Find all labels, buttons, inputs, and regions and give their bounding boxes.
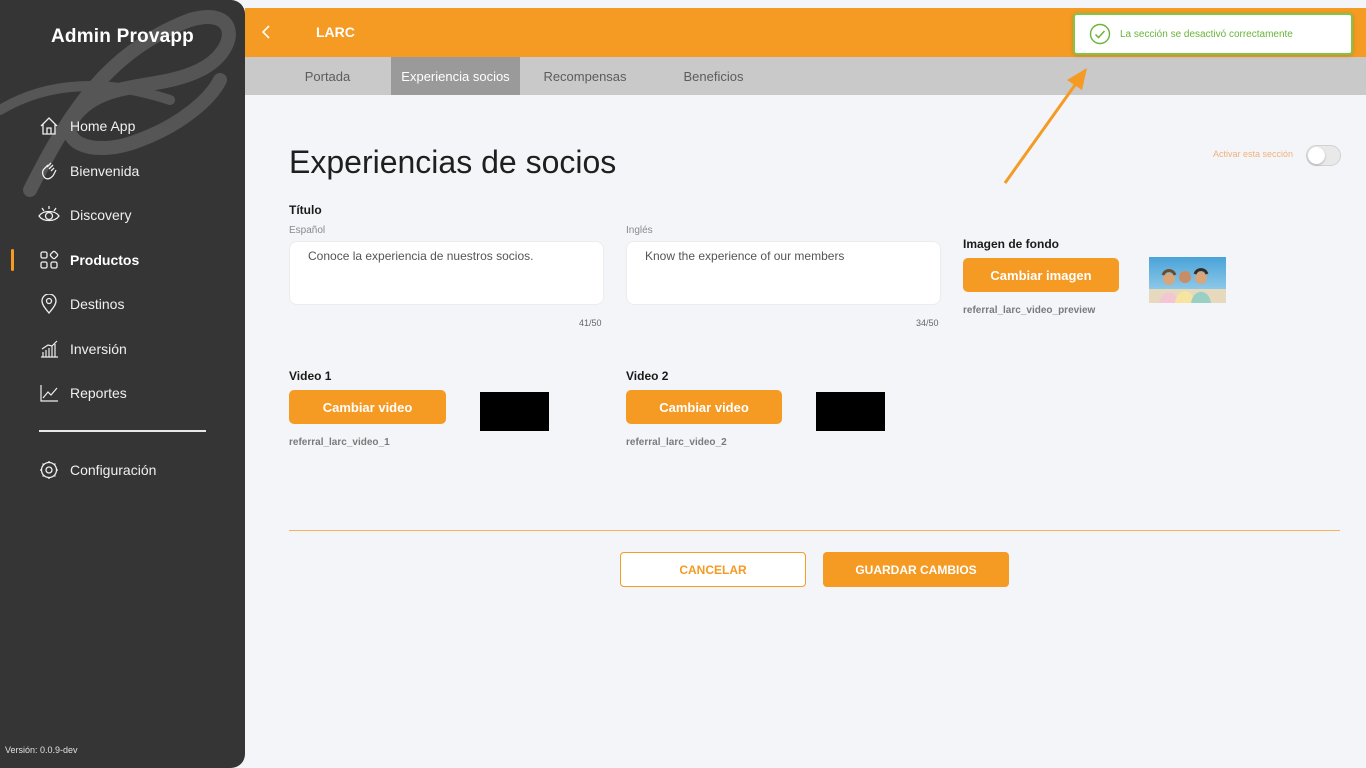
sidebar-item-inversion[interactable]: Inversión <box>0 334 245 364</box>
english-title-input[interactable]: Know the experience of our members <box>626 241 941 305</box>
toast-message: La sección se desactivó correctamente <box>1120 28 1293 40</box>
header-title: LARC <box>316 24 355 40</box>
change-video2-button[interactable]: Cambiar video <box>626 390 782 424</box>
line-chart-icon <box>38 382 60 404</box>
sidebar-item-label: Destinos <box>70 296 125 312</box>
chevron-left-icon <box>261 25 270 39</box>
video1-label: Video 1 <box>289 369 332 383</box>
app-title: Admin Provapp <box>50 26 194 47</box>
spanish-char-counter: 41/50 <box>579 318 602 328</box>
sidebar-item-reportes[interactable]: Reportes <box>0 378 245 408</box>
sidebar-divider <box>39 430 206 432</box>
grid-icon <box>38 249 60 271</box>
success-toast: La sección se desactivó correctamente <box>1073 13 1353 55</box>
sidebar-item-label: Configuración <box>70 462 157 478</box>
video2-label: Video 2 <box>626 369 669 383</box>
version-label: Versión: 0.0.9-dev <box>5 745 78 755</box>
eye-icon <box>38 204 60 226</box>
tab-experiencia-socios[interactable]: Experiencia socios <box>391 57 520 95</box>
english-label: Inglés <box>626 225 653 236</box>
tab-portada[interactable]: Portada <box>280 57 375 95</box>
back-button[interactable] <box>257 21 277 43</box>
section-divider <box>289 530 1340 531</box>
gear-icon <box>38 459 60 481</box>
bar-chart-icon <box>38 338 60 360</box>
sidebar-item-label: Discovery <box>70 207 132 223</box>
annotation-arrow-icon <box>1003 68 1087 184</box>
change-image-button[interactable]: Cambiar imagen <box>963 258 1119 292</box>
wave-hand-icon <box>38 160 60 182</box>
sidebar-item-label: Home App <box>70 118 136 134</box>
sidebar: Admin Provapp Home App Bienvenida Discov… <box>0 0 245 768</box>
page-title: Experiencias de socios <box>289 144 617 180</box>
background-image-thumbnail <box>1149 257 1226 303</box>
sidebar-item-destinos[interactable]: Destinos <box>0 289 245 319</box>
tab-bar: Portada Experiencia socios Recompensas B… <box>245 57 1366 95</box>
background-image-filename: referral_larc_video_preview <box>963 305 1096 316</box>
sidebar-item-label: Inversión <box>70 341 127 357</box>
sidebar-item-configuracion[interactable]: Configuración <box>0 455 245 485</box>
video1-thumbnail <box>480 392 549 431</box>
sidebar-item-bienvenida[interactable]: Bienvenida <box>0 156 245 186</box>
sidebar-item-productos[interactable]: Productos <box>0 245 245 275</box>
check-circle-icon <box>1089 23 1111 45</box>
sidebar-item-label: Reportes <box>70 385 127 401</box>
change-video1-button[interactable]: Cambiar video <box>289 390 446 424</box>
spanish-title-input[interactable]: Conoce la experiencia de nuestros socios… <box>289 241 604 305</box>
tab-recompensas[interactable]: Recompensas <box>533 57 637 95</box>
activate-section-toggle[interactable] <box>1306 145 1341 166</box>
save-changes-button[interactable]: GUARDAR CAMBIOS <box>823 552 1009 587</box>
spanish-label: Español <box>289 225 326 236</box>
titulo-label: Título <box>289 203 322 217</box>
video1-filename: referral_larc_video_1 <box>289 437 390 448</box>
sidebar-item-label: Productos <box>70 252 140 268</box>
tab-beneficios[interactable]: Beneficios <box>665 57 762 95</box>
background-image-label: Imagen de fondo <box>963 237 1059 251</box>
sidebar-item-discovery[interactable]: Discovery <box>0 200 245 230</box>
cancel-button[interactable]: CANCELAR <box>620 552 806 587</box>
video2-filename: referral_larc_video_2 <box>626 437 727 448</box>
location-pin-icon <box>38 293 60 315</box>
video2-thumbnail <box>816 392 885 431</box>
toggle-knob <box>1308 147 1325 164</box>
toggle-label: Activar esta sección <box>1213 149 1294 159</box>
home-icon <box>38 115 60 137</box>
sidebar-item-label: Bienvenida <box>70 163 140 179</box>
english-char-counter: 34/50 <box>916 318 939 328</box>
sidebar-item-home-app[interactable]: Home App <box>0 111 245 141</box>
